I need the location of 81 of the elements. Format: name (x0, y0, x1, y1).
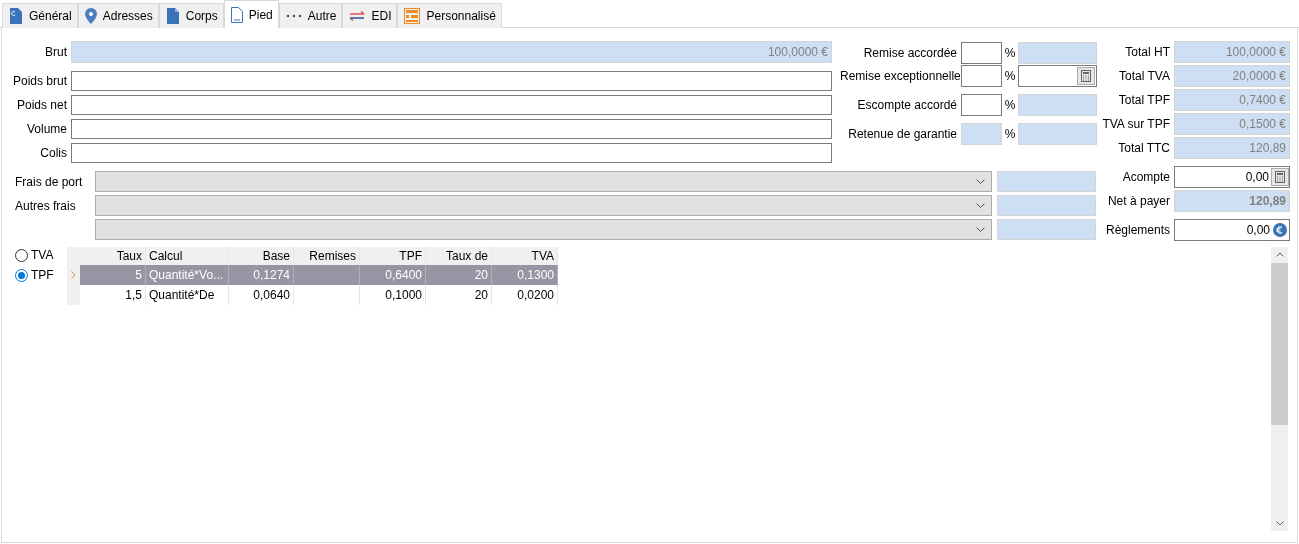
total-label: Net à payer (1106, 194, 1171, 208)
table-cell: 0,0640 (229, 285, 294, 305)
calculator-button[interactable] (1271, 168, 1289, 186)
chevron-down-icon (976, 227, 985, 232)
input-field[interactable] (71, 143, 832, 163)
euro-coin-icon (1273, 223, 1287, 237)
total-field: 0,1500 € (1174, 113, 1290, 135)
document-icon (9, 8, 23, 24)
field-label: Poids net (15, 98, 68, 112)
field-label: Remise exceptionnelle (840, 69, 961, 83)
field-label: Frais de port (14, 174, 84, 189)
unit-label: % (1003, 98, 1017, 112)
scrollbar[interactable] (1271, 247, 1288, 531)
table-cell: Quantité*Vo... (146, 265, 229, 285)
calculator-icon (1275, 171, 1285, 183)
table-cell: 0,1274 (229, 265, 294, 285)
percent-field[interactable] (961, 94, 1002, 116)
percent-field[interactable] (961, 42, 1002, 64)
row-indicator-icon (71, 271, 76, 279)
table-cell: 0,1300 (492, 265, 558, 285)
page-icon (230, 6, 243, 23)
calculator-button[interactable] (1077, 67, 1095, 85)
total-label: TVA sur TPF (1102, 117, 1171, 131)
table-cell: 1,5 (80, 285, 146, 305)
total-field[interactable]: 0,00 (1174, 166, 1290, 188)
radio-button[interactable]: TPF (15, 267, 67, 283)
table-cell: Quantité*De (146, 285, 229, 305)
swap-arrows-icon (349, 11, 366, 21)
total-label: Total TTC (1117, 141, 1171, 155)
field-label: Autres frais (14, 198, 77, 213)
total-field: 20,0000 € (1174, 65, 1290, 87)
total-field: 120,89 (1174, 190, 1290, 212)
scroll-down-icon[interactable] (1275, 521, 1284, 526)
scroll-up-icon[interactable] (1275, 252, 1284, 257)
total-field: 120,89 (1174, 137, 1290, 159)
calculator-icon (1081, 70, 1091, 82)
total-label: Acompte (1121, 170, 1171, 184)
document-icon (165, 8, 180, 24)
tab[interactable]: EDI (342, 3, 398, 28)
total-label: Total HT (1124, 45, 1171, 59)
unit-label: % (1003, 127, 1017, 141)
tab[interactable]: Personnalisé (397, 3, 502, 28)
input-field[interactable] (71, 119, 832, 139)
table-cell: 0,1000 (360, 285, 426, 305)
total-label: Total TVA (1118, 69, 1171, 83)
ellipsis-icon (285, 14, 302, 18)
radio-button[interactable]: TVA (15, 247, 67, 263)
total-field: 100,0000 € (1174, 41, 1290, 63)
tab[interactable]: Général (2, 3, 78, 28)
field-label: Poids brut (11, 74, 68, 88)
chevron-down-icon (976, 203, 985, 208)
tab[interactable]: Corps (158, 3, 224, 28)
field-label: Retenue de garantie (847, 127, 958, 141)
field-label: Remise accordée (862, 46, 958, 60)
unit-label: % (1003, 69, 1017, 83)
unit-label: % (1003, 46, 1017, 60)
table-cell: 0,6400 (360, 265, 426, 285)
chevron-down-icon (976, 179, 985, 184)
table-cell (294, 265, 360, 285)
input-field[interactable] (71, 95, 832, 115)
tab[interactable]: Autre (278, 3, 343, 28)
field-label: Volume (25, 122, 68, 136)
table-cell: 0,0200 (492, 285, 558, 305)
percent-field[interactable] (961, 65, 1002, 87)
location-pin-icon (84, 8, 97, 24)
table-cell (294, 285, 360, 305)
table-cell: 5 (80, 265, 146, 285)
table-cell: 20 (426, 265, 492, 285)
field-label: Brut (44, 45, 68, 59)
tab[interactable]: Pied (223, 0, 279, 29)
tab[interactable]: Adresses (77, 3, 159, 28)
layout-grid-icon (404, 8, 421, 24)
total-field: 0,7400 € (1174, 89, 1290, 111)
amount-field[interactable] (1018, 65, 1097, 87)
field-label: Colis (39, 146, 68, 160)
field-label: Escompte accordé (856, 98, 958, 112)
input-field[interactable] (71, 71, 832, 91)
table-cell: 20 (426, 285, 492, 305)
total-label: Règlements (1104, 223, 1171, 237)
total-field[interactable]: 0,00 (1174, 219, 1290, 241)
total-label: Total TPF (1117, 93, 1171, 107)
